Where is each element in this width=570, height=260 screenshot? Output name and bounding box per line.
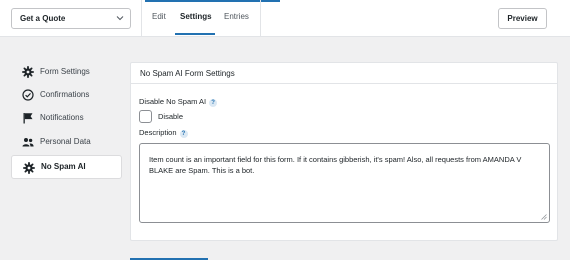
- sidebar-item-form-settings[interactable]: Form Settings: [11, 61, 122, 83]
- help-icon[interactable]: ?: [179, 130, 188, 138]
- disable-checkbox-label[interactable]: Disable: [158, 111, 183, 122]
- active-tab-indicator: [175, 33, 215, 35]
- gear-icon: [22, 66, 34, 78]
- sidebar-item-label: Form Settings: [40, 67, 90, 76]
- users-icon: [22, 138, 34, 147]
- sidebar-item-label: No Spam AI: [41, 162, 86, 171]
- disable-checkbox[interactable]: [139, 110, 152, 123]
- form-selector-dropdown[interactable]: Get a Quote: [11, 8, 131, 29]
- sidebar-item-notifications[interactable]: Notifications: [11, 107, 122, 129]
- sidebar-item-label: Confirmations: [40, 90, 90, 99]
- description-field-label: Description?: [139, 128, 188, 138]
- disable-label-text: Disable No Spam AI: [139, 97, 207, 106]
- sidebar-item-no-spam-ai[interactable]: No Spam AI: [11, 155, 122, 179]
- description-textarea[interactable]: Item count is an important field for thi…: [139, 143, 550, 223]
- form-selector-value: Get a Quote: [20, 14, 66, 23]
- tab-edit[interactable]: Edit: [152, 11, 166, 23]
- resize-handle-icon[interactable]: [541, 214, 547, 220]
- top-toolbar: Get a Quote Edit Settings Entries Previe…: [0, 0, 570, 37]
- preview-button[interactable]: Preview: [498, 8, 547, 29]
- sidebar-item-confirmations[interactable]: Confirmations: [11, 84, 122, 106]
- description-text: Item count is an important field for thi…: [149, 155, 522, 175]
- panel-title: No Spam AI Form Settings: [131, 63, 557, 84]
- tab-entries[interactable]: Entries: [224, 11, 249, 23]
- sidebar-item-label: Notifications: [40, 113, 84, 122]
- help-icon[interactable]: ?: [209, 99, 218, 107]
- sidebar-item-label: Personal Data: [40, 137, 91, 146]
- settings-panel: No Spam AI Form Settings Disable No Spam…: [130, 62, 558, 241]
- disable-field-label: Disable No Spam AI?: [139, 97, 218, 107]
- chevron-down-icon: [116, 16, 124, 21]
- tab-settings[interactable]: Settings: [180, 11, 212, 23]
- sidebar-item-personal-data[interactable]: Personal Data: [11, 131, 122, 153]
- toolbar-divider: [260, 0, 261, 37]
- description-label-text: Description: [139, 128, 177, 137]
- flag-icon: [23, 113, 33, 124]
- check-circle-icon: [22, 89, 34, 101]
- gear-icon: [23, 162, 35, 174]
- toolbar-divider: [141, 0, 142, 37]
